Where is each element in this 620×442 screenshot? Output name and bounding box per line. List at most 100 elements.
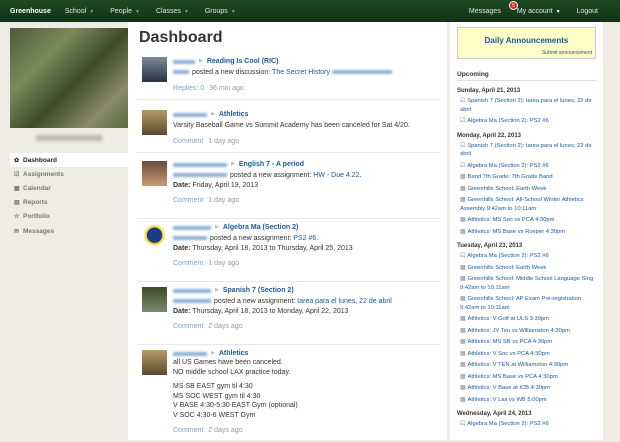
replies-link[interactable]: Replies: 0 — [173, 85, 204, 92]
nav-logout[interactable]: Logout — [577, 8, 598, 15]
top-navbar: Greenhouse School ▼ People ▼ Classes ▼ Grou… — [0, 0, 620, 22]
comment-link[interactable]: Comment — [173, 427, 203, 434]
sidebar-item-portfolio[interactable]: ☆ Portfolio — [10, 210, 128, 224]
brand-link[interactable]: Greenhouse — [10, 8, 51, 15]
event-link[interactable]: Greenhills School: Middle School Languag… — [460, 276, 593, 291]
assignment-link[interactable]: PS2 #6 — [293, 235, 316, 242]
group-link[interactable]: Algebra Ma (Section 2) — [223, 223, 298, 233]
event-link[interactable]: Athletics: MS Soc vs PCA 4:30pm — [467, 217, 554, 223]
assignment-link[interactable]: HW - Due 4.22 — [313, 172, 359, 179]
upcoming-event[interactable]: ▦ Athletics: MS Base vs Roeper 4:30pm — [457, 228, 596, 237]
upcoming-event[interactable]: ▦ Athletics: MS Soc vs PCA 4:30pm — [457, 216, 596, 225]
sidebar-menu: ✿ Dashboard ☑ Assignments ▦ Calendar ▤ Repor… — [10, 153, 128, 238]
upcoming-event[interactable]: ▦ Athletics: V TEN at Williamston 4:30pm — [457, 361, 596, 370]
upcoming-event[interactable]: ▦ Athletics: V Golf at ULS 3:30pm — [457, 315, 596, 324]
upcoming-event[interactable]: ☑ Spanish 7 (Section 2): tarea para el lu… — [457, 97, 596, 114]
event-link[interactable]: Greenhills School: Earth Week — [467, 265, 546, 271]
event-link[interactable]: Athletics: MS Base vs Roeper 4:30pm — [467, 229, 565, 235]
comment-link[interactable]: Comment — [173, 197, 203, 204]
sidebar-item-calendar[interactable]: ▦ Calendar — [10, 181, 128, 195]
upcoming-event[interactable]: ▦ Athletics: V Soc vs PCA 4:30pm — [457, 350, 596, 359]
nav-my-account[interactable]: My account ▼ — [517, 8, 561, 15]
feed-item: ▶ Algebra Ma (Section 2) posted a new ass… — [137, 219, 441, 282]
discussion-link[interactable]: The Secret History — [272, 69, 330, 76]
event-link[interactable]: Athletics: JV Ten vs Williamston 4:30pm — [467, 328, 569, 334]
nav-groups[interactable]: Groups ▼ — [205, 8, 236, 15]
upcoming-day: Wednesday, April 24, 2013 — [457, 411, 532, 417]
group-link[interactable]: Athletics — [219, 349, 249, 359]
event-link[interactable]: Athletics: V Golf at ULS 3:30pm — [467, 316, 549, 322]
sidebar-item-assignments[interactable]: ☑ Assignments — [10, 167, 128, 181]
daily-announcements-link[interactable]: Daily Announcements — [458, 28, 595, 45]
user-name-blurred — [36, 135, 102, 141]
sidebar-item-messages[interactable]: ✉ Messages — [10, 224, 128, 238]
messages-badge: 6 — [509, 1, 518, 10]
event-link[interactable]: Athletics: MS SB vs PCA 4:30pm — [467, 339, 552, 345]
upcoming-event[interactable]: ☑ Algebra Ma (Section 2): PS2 #6 — [457, 420, 596, 429]
caret-icon: ▼ — [183, 8, 189, 15]
upcoming-event[interactable]: ▦ Greenhills School: Earth Week — [457, 264, 596, 273]
comment-link[interactable]: Comment — [173, 323, 203, 330]
event-link[interactable]: Spanish 7 (Section 2): tarea para el lun… — [460, 143, 592, 158]
event-link[interactable]: Athletics: V Soc vs PCA 4:30pm — [467, 351, 549, 357]
event-link[interactable]: Greenhills School: Earth Week — [467, 186, 546, 192]
upcoming-event[interactable]: ▦ Athletics: MS SB vs PCA 4:30pm — [457, 338, 596, 347]
comment-link[interactable]: Comment — [173, 138, 203, 145]
upcoming-event[interactable]: ☑ Algebra Ma (Section 2): PS2 #6 — [457, 162, 596, 171]
upcoming-event[interactable]: ▦ Greenhills School: Earth Week — [457, 185, 596, 194]
upcoming-event[interactable]: ☑ Spanish 7 (Section 2): tarea para el lu… — [457, 142, 596, 159]
group-link[interactable]: Spanish 7 (Section 2) — [223, 286, 294, 296]
caret-icon: ▼ — [555, 8, 561, 15]
assignment-link[interactable]: tarea para el lunes, 22 de abril — [297, 298, 392, 305]
event-link[interactable]: Algebra Ma (Section 2): PS2 #6 — [467, 253, 549, 259]
dashboard-icon: ✿ — [14, 157, 20, 164]
upcoming-list: Sunday, April 21, 2013 ☑ Spanish 7 (Sectio… — [457, 88, 596, 429]
event-link[interactable]: Algebra Ma (Section 2): PS2 #6 — [467, 118, 549, 124]
assignment-icon: ☑ — [460, 98, 466, 104]
event-link[interactable]: Greenhills School: AP Exam Pre-registrat… — [460, 296, 581, 311]
left-sidebar: ✿ Dashboard ☑ Assignments ▦ Calendar ▤ Repor… — [0, 22, 128, 440]
event-link[interactable]: Athletics: V Base at ICB 4:30pm — [467, 385, 549, 391]
event-link[interactable]: Algebra Ma (Section 2): PS2 #6 — [467, 421, 549, 427]
calendar-icon: ▦ — [460, 350, 466, 357]
upcoming-event[interactable]: ▦ Greenhills School: All-School Winter At… — [457, 196, 596, 213]
nav-messages[interactable]: Messages — [469, 8, 501, 15]
nav-people[interactable]: People ▼ — [110, 8, 140, 15]
event-link[interactable]: Athletics: V TEN at Williamston 4:30pm — [467, 362, 568, 368]
upcoming-heading: Upcoming — [457, 71, 596, 81]
event-link[interactable]: Greenhills School: All-School Winter Ath… — [460, 197, 583, 212]
upcoming-event[interactable]: ▦ Athletics: MS Base vs PCA 4:30pm — [457, 373, 596, 382]
daily-announcements-box: Daily Announcements Submit announcement — [457, 27, 596, 59]
group-link[interactable]: Athletics — [219, 110, 249, 120]
feed-item: ▶ Athletics Varsity Baseball Game vs Summ… — [137, 107, 441, 153]
assignment-icon: ☑ — [460, 142, 466, 149]
calendar-icon: ▦ — [460, 339, 466, 345]
upcoming-event[interactable]: ▦ Athletics: JV Ten vs Williamston 4:30pm — [457, 327, 596, 336]
group-link[interactable]: English 7 - A period — [239, 160, 304, 170]
sidebar-item-reports[interactable]: ▤ Reports — [10, 196, 128, 210]
event-link[interactable]: Athletics: MS Base vs PCA 4:30pm — [467, 374, 557, 380]
comment-link[interactable]: Comment — [173, 260, 203, 267]
upcoming-event[interactable]: ▦ Band 7th Grade: 7th Grade Band — [457, 173, 596, 182]
calendar-icon: ▦ — [460, 396, 466, 403]
upcoming-event[interactable]: ☑ Algebra Ma (Section 2): PS2 #6 — [457, 252, 596, 261]
nav-classes[interactable]: Classes ▼ — [156, 8, 189, 15]
group-link[interactable]: Reading Is Cool (RIC) — [207, 57, 279, 67]
event-link[interactable]: Band 7th Grade: 7th Grade Band — [467, 174, 552, 180]
calendar-icon: ▦ — [460, 276, 466, 282]
event-link[interactable]: Spanish 7 (Section 2): tarea para el lun… — [460, 98, 592, 113]
profile-photo[interactable] — [10, 28, 128, 128]
arrow-icon: ▶ — [215, 286, 219, 293]
upcoming-event[interactable]: ▦ Athletics: V Lax vs WB 5:00pm — [457, 396, 596, 405]
upcoming-event[interactable]: ▦ Athletics: V Base at ICB 4:30pm — [457, 384, 596, 393]
page-title: Dashboard — [139, 29, 223, 46]
right-sidebar: Daily Announcements Submit announcement … — [450, 22, 603, 440]
submit-announcement-link[interactable]: Submit announcement — [542, 50, 592, 56]
event-link[interactable]: Algebra Ma (Section 2): PS2 #6 — [467, 163, 549, 169]
upcoming-event[interactable]: ☑ Algebra Ma (Section 2): PS2 #6 — [457, 117, 596, 126]
sidebar-item-dashboard[interactable]: ✿ Dashboard — [10, 153, 128, 168]
event-link[interactable]: Athletics: V Lax vs WB 5:00pm — [467, 397, 546, 403]
upcoming-event[interactable]: ▦ Greenhills School: Middle School Langua… — [457, 275, 596, 292]
upcoming-event[interactable]: ▦ Greenhills School: AP Exam Pre-registra… — [457, 295, 596, 312]
nav-school[interactable]: School ▼ — [65, 8, 94, 15]
